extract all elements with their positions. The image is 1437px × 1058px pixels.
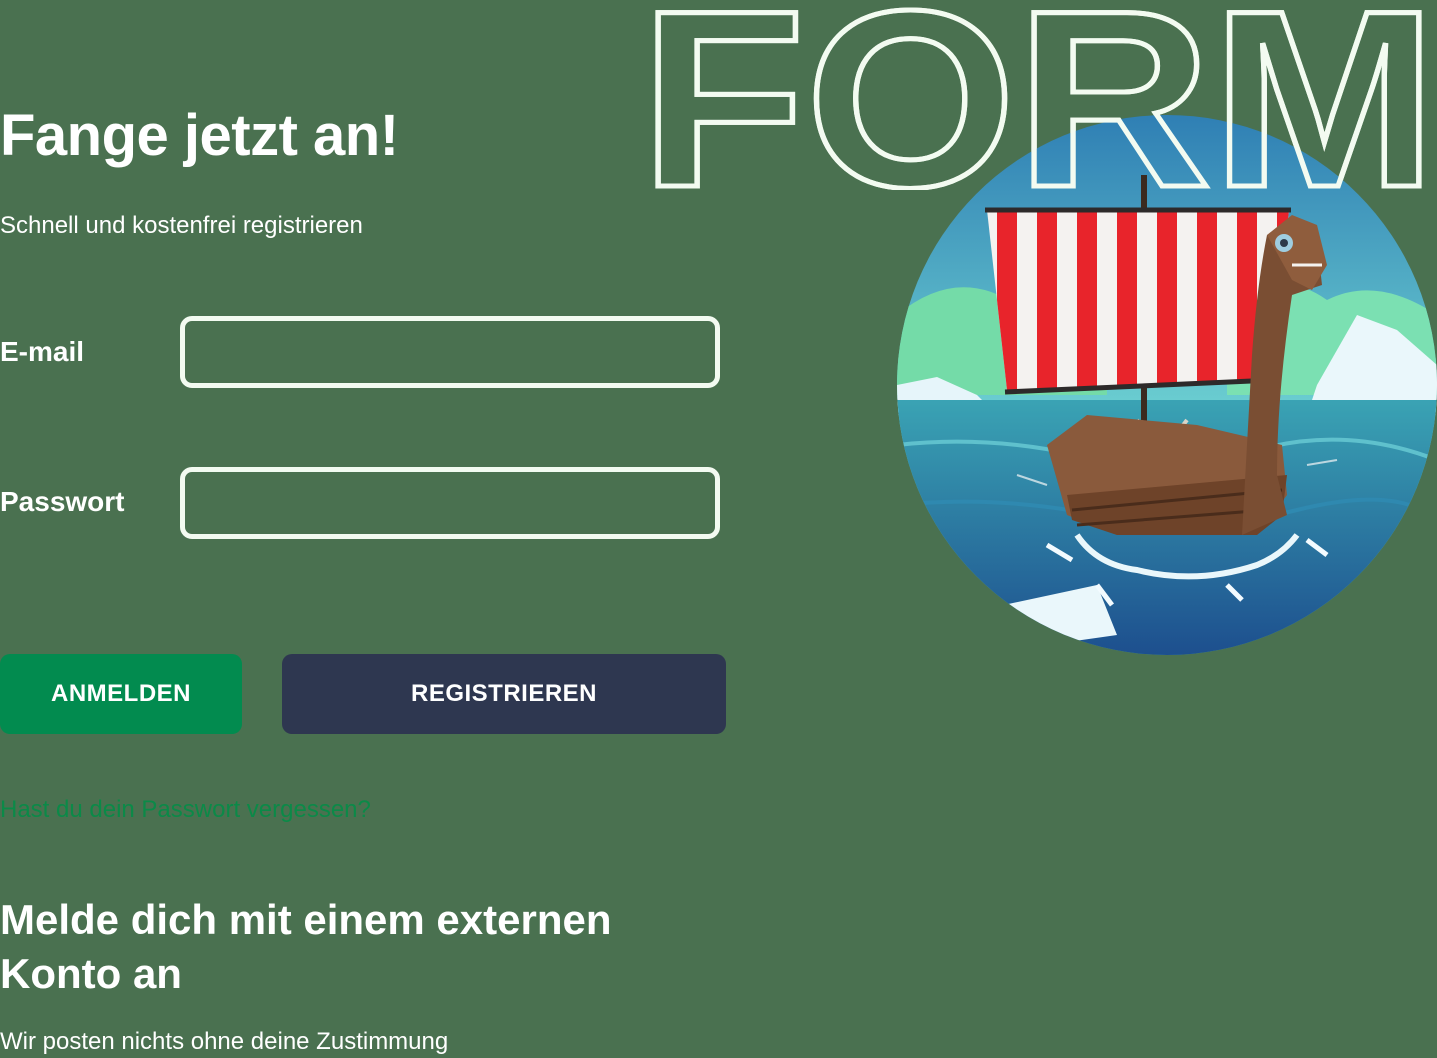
- register-button[interactable]: REGISTRIEREN: [282, 654, 726, 734]
- email-field[interactable]: [180, 316, 720, 388]
- login-button[interactable]: ANMELDEN: [0, 654, 242, 734]
- external-login-note: Wir posten nichts ohne deine Zustimmung: [0, 1028, 449, 1055]
- external-login-title: Melde dich mit einem externen Konto an: [0, 896, 612, 997]
- password-field[interactable]: [180, 467, 720, 539]
- page-title: Fange jetzt an!: [0, 103, 399, 168]
- email-label: E-mail: [0, 336, 85, 367]
- forgot-password-link[interactable]: Hast du dein Passwort vergessen?: [0, 796, 371, 824]
- password-label: Passwort: [0, 486, 125, 517]
- page-subtitle: Schnell und kostenfrei registrieren: [0, 212, 363, 239]
- viking-ship-illustration: [897, 115, 1437, 655]
